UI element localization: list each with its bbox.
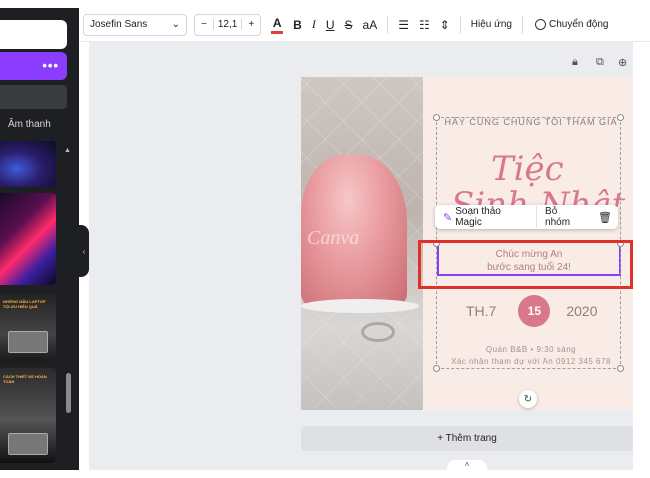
font-size-input[interactable]: 12,1 bbox=[212, 19, 243, 30]
bold-button[interactable]: B bbox=[293, 18, 302, 32]
template-thumbnail[interactable] bbox=[0, 193, 56, 285]
cake-photo[interactable]: Canva bbox=[301, 77, 423, 410]
spoon-image bbox=[361, 322, 395, 342]
font-family-dropdown[interactable]: Josefin Sans ⌄ bbox=[83, 13, 187, 36]
audio-category-label[interactable]: Âm thanh bbox=[8, 119, 51, 130]
panel-scrollbar[interactable] bbox=[66, 373, 71, 413]
panel-action-button[interactable]: ••• bbox=[0, 52, 67, 80]
chevron-up-icon[interactable]: ˄ bbox=[447, 460, 487, 472]
magic-write-label: Soạn thảo Magic bbox=[455, 206, 501, 228]
decrease-size-button[interactable]: − bbox=[195, 19, 213, 30]
effects-button[interactable]: Hiệu ứng bbox=[471, 19, 512, 30]
resize-handle[interactable] bbox=[433, 365, 440, 372]
template-thumbnail[interactable]: CÁCH THIẾT KẾ HOÀN TOÀN bbox=[0, 368, 56, 463]
text-toolbar: Josefin Sans ⌄ − 12,1 + A B I U S aA ☰ ☷… bbox=[79, 8, 650, 42]
toolbar-divider bbox=[459, 15, 461, 34]
chevron-down-icon: ⌄ bbox=[171, 19, 180, 30]
increase-size-button[interactable]: + bbox=[242, 19, 260, 30]
laptop-image bbox=[8, 433, 48, 455]
lock-icon[interactable]: 🔒︎ bbox=[572, 56, 578, 69]
thumbnail-caption: NHỮNG MẪU LAPTOP TỐI ƯU HIỆU QUẢ bbox=[3, 299, 46, 309]
thumbnail-caption: CÁCH THIẾT KẾ HOÀN TOÀN bbox=[3, 374, 47, 384]
side-panel: ••• Âm thanh NHỮNG MẪU LAPTOP TỐI ƯU HIỆ… bbox=[0, 8, 79, 470]
underline-button[interactable]: U bbox=[326, 18, 335, 32]
chevron-left-icon: ‹ bbox=[82, 246, 86, 256]
text-color-button[interactable]: A bbox=[271, 15, 284, 34]
toolbar-divider bbox=[521, 15, 523, 34]
toolbar-divider bbox=[387, 15, 389, 34]
font-name: Josefin Sans bbox=[90, 19, 148, 30]
panel-tab[interactable] bbox=[0, 85, 67, 109]
resize-handle[interactable] bbox=[617, 365, 624, 372]
laptop-image bbox=[8, 331, 48, 353]
resize-handle[interactable] bbox=[433, 114, 440, 121]
text-color-swatch bbox=[271, 30, 284, 34]
search-input[interactable] bbox=[0, 20, 67, 49]
spacing-icon[interactable]: ⇕ bbox=[440, 18, 450, 32]
trash-icon[interactable]: 🗑︎ bbox=[592, 211, 618, 224]
annotation-highlight-box bbox=[418, 240, 633, 289]
animate-label: Chuyển động bbox=[548, 19, 609, 30]
template-thumbnail[interactable] bbox=[0, 141, 56, 187]
resize-handle[interactable] bbox=[617, 114, 624, 121]
magic-write-button[interactable]: ✎ Soạn thảo Magic bbox=[435, 206, 536, 228]
canva-watermark: Canva bbox=[307, 227, 360, 249]
animate-button[interactable]: Chuyển động bbox=[534, 19, 609, 30]
magic-wand-icon: ✎ bbox=[443, 211, 453, 224]
duplicate-page-icon[interactable]: ⧉ bbox=[596, 56, 604, 69]
ungroup-button[interactable]: Bỏ nhóm bbox=[536, 206, 592, 228]
rotate-icon[interactable]: ↻ bbox=[519, 390, 537, 408]
italic-button[interactable]: I bbox=[312, 17, 316, 32]
strikethrough-button[interactable]: S bbox=[345, 18, 353, 32]
animate-icon bbox=[534, 19, 546, 30]
list-icon[interactable]: ☷ bbox=[419, 18, 430, 32]
add-page-icon[interactable]: ⊕ bbox=[618, 56, 627, 69]
add-page-button[interactable]: + Thêm trang bbox=[301, 426, 633, 451]
collapse-panel-handle[interactable]: ‹ bbox=[79, 225, 89, 277]
scroll-up-icon[interactable]: ▲ bbox=[64, 147, 71, 154]
font-size-stepper[interactable]: − 12,1 + bbox=[194, 13, 262, 36]
cake-plate bbox=[301, 299, 419, 313]
element-context-menu: ✎ Soạn thảo Magic Bỏ nhóm 🗑︎ bbox=[435, 205, 618, 229]
align-center-icon[interactable]: ☰ bbox=[398, 18, 409, 32]
more-options-icon[interactable]: ••• bbox=[42, 58, 59, 73]
template-thumbnail[interactable]: NHỮNG MẪU LAPTOP TỐI ƯU HIỆU QUẢ bbox=[0, 293, 56, 361]
text-color-icon: A bbox=[272, 15, 282, 30]
letter-case-button[interactable]: aA bbox=[363, 18, 378, 32]
